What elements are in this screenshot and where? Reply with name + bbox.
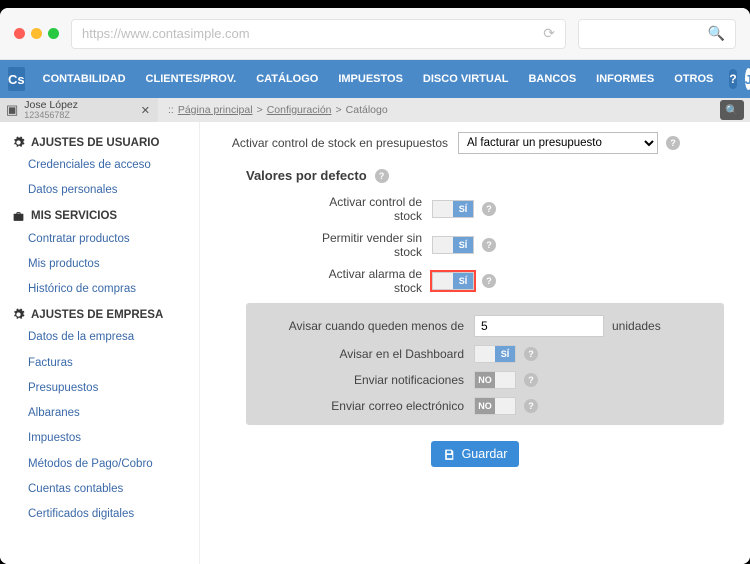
app-frame: https://www.contasimple.com ⟳ 🔍 Cs CONTA… [0, 8, 750, 564]
toggle-dashboard[interactable] [474, 345, 516, 363]
sidebar-item-certs[interactable]: Certificados digitales [0, 502, 199, 527]
layout: AJUSTES DE USUARIO Credenciales de acces… [0, 122, 750, 564]
maximize-dot[interactable] [48, 28, 59, 39]
sidebar-item-credentials[interactable]: Credenciales de acceso [0, 153, 199, 178]
threshold-input[interactable] [474, 315, 604, 337]
help-icon[interactable]: ? [524, 347, 538, 361]
save-icon [443, 448, 456, 461]
browser-bar: https://www.contasimple.com ⟳ 🔍 [0, 8, 750, 60]
top-nav: Cs CONTABILIDAD CLIENTES/PROV. CATÁLOGO … [0, 60, 750, 98]
row-notif: Enviar notificaciones ? [262, 371, 708, 389]
sidebar-item-payment[interactable]: Métodos de Pago/Cobro [0, 452, 199, 477]
help-icon[interactable]: ? [482, 202, 496, 216]
row-allow-nostock: Permitir vender sin stock ? [302, 231, 728, 259]
save-button[interactable]: Guardar [431, 441, 520, 467]
sidebar-heading-user: AJUSTES DE USUARIO [0, 130, 199, 153]
gear-icon [12, 308, 25, 321]
nav-bancos[interactable]: BANCOS [520, 73, 584, 85]
sidebar-item-company[interactable]: Datos de la empresa [0, 325, 199, 350]
sidebar: AJUSTES DE USUARIO Credenciales de acces… [0, 122, 200, 564]
gear-icon [12, 136, 25, 149]
avatar[interactable]: J [745, 68, 750, 90]
fade-overlay [200, 530, 750, 564]
crumb-catalog: Catálogo [346, 104, 388, 116]
nav-informes[interactable]: INFORMES [588, 73, 662, 85]
sidebar-item-myproducts[interactable]: Mis productos [0, 252, 199, 277]
sidebar-item-budgets[interactable]: Presupuestos [0, 376, 199, 401]
nav-contabilidad[interactable]: CONTABILIDAD [35, 73, 134, 85]
row-email: Enviar correo electrónico ? [262, 397, 708, 415]
sidebar-heading-company: AJUSTES DE EMPRESA [0, 302, 199, 325]
defaults-title: Valores por defecto ? [246, 168, 728, 183]
url-bar[interactable]: https://www.contasimple.com ⟳ [71, 19, 566, 49]
help-icon[interactable]: ? [524, 373, 538, 387]
briefcase-icon [12, 210, 25, 223]
user-icon: ▣ [6, 102, 18, 118]
url-text: https://www.contasimple.com [82, 26, 250, 41]
browser-search[interactable]: 🔍 [578, 19, 736, 49]
row-dash: Avisar en el Dashboard ? [262, 345, 708, 363]
alarm-panel: Avisar cuando queden menos de unidades A… [246, 303, 724, 425]
row-stock-control: Activar control de stock ? [302, 195, 728, 223]
sidebar-heading-services: MIS SERVICIOS [0, 204, 199, 227]
reload-icon[interactable]: ⟳ [543, 25, 555, 42]
window-controls [14, 28, 59, 39]
sidebar-item-history[interactable]: Histórico de compras [0, 277, 199, 302]
toggle-stock-control[interactable] [432, 200, 474, 218]
sidebar-item-personal[interactable]: Datos personales [0, 178, 199, 203]
close-icon[interactable]: ✕ [141, 104, 150, 117]
budget-stock-label: Activar control de stock en presupuestos [222, 136, 458, 150]
toggle-stock-alarm[interactable] [432, 272, 474, 290]
crumb-home[interactable]: Página principal [178, 104, 253, 116]
help-icon[interactable]: ? [729, 69, 736, 89]
toggle-email[interactable] [474, 397, 516, 415]
nav-clientes[interactable]: CLIENTES/PROV. [138, 73, 245, 85]
row-threshold: Avisar cuando queden menos de unidades [262, 315, 708, 337]
breadcrumb: :: Página principal > Configuración > Ca… [158, 104, 720, 116]
row-stock-alarm: Activar alarma de stock ? [302, 267, 728, 295]
nav-catalogo[interactable]: CATÁLOGO [248, 73, 326, 85]
content: Activar control de stock en presupuestos… [200, 122, 750, 564]
close-dot[interactable] [14, 28, 25, 39]
sidebar-item-delivery[interactable]: Albaranes [0, 401, 199, 426]
sub-bar: ▣ Jose López 12345678Z ✕ :: Página princ… [0, 98, 750, 122]
toggle-allow-nostock[interactable] [432, 236, 474, 254]
sidebar-item-accounts[interactable]: Cuentas contables [0, 477, 199, 502]
user-id: 12345678Z [24, 110, 78, 120]
search-icon: 🔍 [708, 25, 725, 42]
sidebar-item-hire[interactable]: Contratar productos [0, 227, 199, 252]
row-budget-stock: Activar control de stock en presupuestos… [222, 132, 728, 154]
page-search-icon[interactable]: 🔍 [720, 100, 744, 120]
crumb-config[interactable]: Configuración [267, 104, 332, 116]
nav-disco[interactable]: DISCO VIRTUAL [415, 73, 517, 85]
nav-impuestos[interactable]: IMPUESTOS [330, 73, 411, 85]
help-icon[interactable]: ? [482, 238, 496, 252]
app-logo[interactable]: Cs [8, 67, 25, 91]
sidebar-item-taxes[interactable]: Impuestos [0, 426, 199, 451]
help-icon[interactable]: ? [375, 169, 389, 183]
user-name: Jose López [24, 100, 78, 111]
sidebar-item-invoices[interactable]: Facturas [0, 351, 199, 376]
help-icon[interactable]: ? [666, 136, 680, 150]
help-icon[interactable]: ? [482, 274, 496, 288]
user-block[interactable]: ▣ Jose López 12345678Z ✕ [0, 98, 158, 122]
budget-stock-select[interactable]: Al facturar un presupuesto [458, 132, 658, 154]
help-icon[interactable]: ? [524, 399, 538, 413]
toggle-notifications[interactable] [474, 371, 516, 389]
nav-otros[interactable]: OTROS [666, 73, 721, 85]
minimize-dot[interactable] [31, 28, 42, 39]
